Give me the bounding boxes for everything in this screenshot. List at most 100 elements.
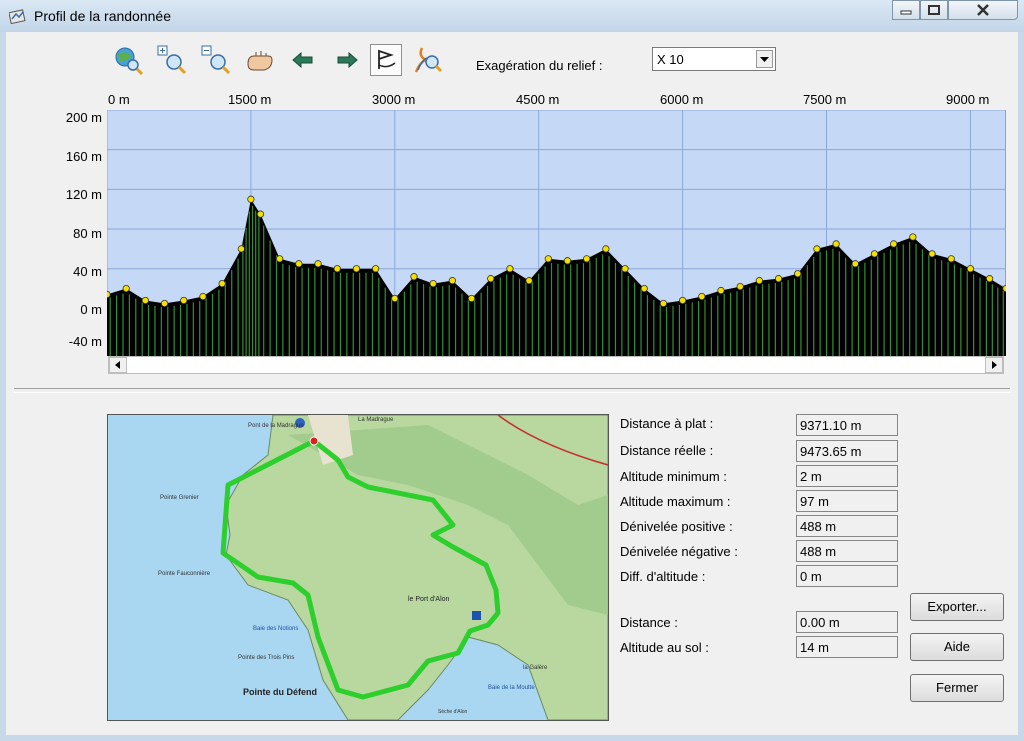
- profile-zoom-button[interactable]: [412, 44, 444, 76]
- window-title: Profil de la randonnée: [34, 8, 171, 24]
- map-label: Baie des Notions: [253, 626, 298, 632]
- x-tick-label: 4500 m: [516, 92, 560, 107]
- cursor-value-ground-altitude: 14 m: [796, 636, 898, 658]
- elevation-point: [391, 294, 399, 303]
- hand-icon: [247, 51, 273, 71]
- elevation-point: [583, 255, 591, 263]
- export-button[interactable]: Exporter...: [910, 593, 1004, 621]
- relief-dropdown-toggle[interactable]: [756, 50, 773, 68]
- parking-icon: [472, 611, 481, 620]
- map-label: Baie de la Moutte: [488, 685, 535, 691]
- stat-value-flat-distance: 9371.10 m: [796, 414, 898, 436]
- map-label: le Port d'Alon: [408, 596, 450, 603]
- cursor-value-distance: 0.00 m: [796, 611, 898, 633]
- close-window-button[interactable]: [948, 0, 1018, 20]
- stat-value-positive-elevation: 488 m: [796, 515, 898, 537]
- elevation-point: [890, 240, 898, 248]
- stat-label-positive-elevation: Dénivelée positive :: [620, 519, 733, 534]
- elevation-point: [467, 294, 476, 303]
- elevation-chart[interactable]: [107, 110, 1006, 356]
- start-marker: [309, 436, 319, 446]
- elevation-point: [506, 265, 514, 273]
- elevation-point: [372, 265, 380, 273]
- elevation-point: [141, 296, 149, 305]
- x-tick-label: 1500 m: [228, 92, 272, 107]
- elevation-point: [717, 286, 725, 295]
- elevation-point: [333, 265, 341, 273]
- elevation-point: [870, 250, 879, 258]
- elevation-point: [659, 299, 668, 308]
- y-tick-label: 120 m: [65, 187, 102, 202]
- stat-label-flat-distance: Distance à plat :: [620, 416, 714, 431]
- y-tick-label: 40 m: [73, 264, 102, 279]
- chevron-right-icon: [992, 361, 997, 369]
- scroll-right-button[interactable]: [985, 357, 1003, 373]
- route-map[interactable]: Pont de la Madrague La Madrague Pointe G…: [107, 414, 609, 721]
- next-button[interactable]: [330, 44, 362, 76]
- elevation-point: [698, 292, 706, 301]
- client-area: Exagération du relief : X 10 0 m 1500 m …: [6, 32, 1018, 735]
- title-bar[interactable]: Profil de la randonnée: [0, 0, 1024, 32]
- x-tick-label: 6000 m: [660, 92, 704, 107]
- map-canvas: Pont de la Madrague La Madrague Pointe G…: [108, 415, 608, 720]
- y-tick-label: 200 m: [65, 110, 102, 125]
- elevation-point: [621, 265, 629, 273]
- elevation-point: [832, 240, 840, 248]
- maximize-button[interactable]: [920, 0, 948, 20]
- stat-label-min-altitude: Altitude minimum :: [620, 469, 727, 484]
- previous-button[interactable]: [288, 44, 320, 76]
- close-button[interactable]: Fermer: [910, 674, 1004, 702]
- elevation-point: [851, 260, 859, 268]
- splitter[interactable]: [14, 388, 1010, 393]
- stat-value-altitude-diff: 0 m: [796, 565, 898, 587]
- elevation-point: [794, 270, 802, 278]
- elevation-point: [774, 275, 783, 283]
- minimize-icon: [900, 10, 912, 15]
- zoom-in-button[interactable]: [156, 44, 188, 76]
- x-tick-label: 7500 m: [803, 92, 847, 107]
- close-icon: [977, 4, 989, 16]
- globe-zoom-icon: [115, 47, 144, 76]
- arrow-right-icon: [337, 51, 358, 69]
- zoom-out-button[interactable]: [200, 44, 232, 76]
- help-button[interactable]: Aide: [910, 633, 1004, 661]
- elevation-point: [1002, 284, 1006, 293]
- route-zoom-icon: [414, 47, 443, 73]
- profile-mode-button[interactable]: [370, 44, 402, 76]
- elevation-point: [247, 195, 255, 203]
- chart-scrollbar[interactable]: [108, 356, 1004, 374]
- elevation-point: [180, 296, 188, 305]
- elevation-point: [928, 250, 936, 258]
- x-tick-label: 3000 m: [372, 92, 416, 107]
- elevation-point: [966, 265, 975, 273]
- map-label: La Madrague: [358, 417, 394, 423]
- elevation-point: [160, 299, 169, 308]
- zoom-extent-button[interactable]: [112, 44, 144, 76]
- minimize-button[interactable]: [892, 0, 920, 20]
- elevation-point: [256, 210, 265, 218]
- cursor-label-ground-altitude: Altitude au sol :: [620, 640, 709, 655]
- stat-value-real-distance: 9473.65 m: [796, 440, 898, 462]
- elevation-point: [429, 279, 437, 288]
- x-tick-label: 9000 m: [946, 92, 990, 107]
- zoom-out-icon: [201, 45, 231, 75]
- elevation-point: [602, 245, 610, 253]
- pan-button[interactable]: [244, 44, 276, 76]
- elevation-point: [122, 284, 130, 293]
- y-tick-label: 80 m: [73, 226, 102, 241]
- y-tick-label: 0 m: [80, 302, 102, 317]
- elevation-point: [295, 260, 303, 268]
- stat-label-real-distance: Distance réelle :: [620, 443, 714, 458]
- elevation-point: [107, 290, 111, 299]
- y-tick-label: 160 m: [65, 149, 102, 164]
- elevation-point: [410, 273, 418, 281]
- relief-dropdown[interactable]: X 10: [652, 47, 776, 71]
- map-label: Pointe du Défend: [243, 687, 317, 697]
- map-label: Pointe Fauconnière: [158, 571, 211, 577]
- scroll-left-button[interactable]: [109, 357, 127, 373]
- elevation-point: [909, 233, 917, 241]
- stat-value-negative-elevation: 488 m: [796, 540, 898, 562]
- map-label: Pointe des Trois Pins: [238, 655, 294, 661]
- x-tick-label: 0 m: [108, 92, 130, 107]
- elevation-point: [755, 277, 763, 285]
